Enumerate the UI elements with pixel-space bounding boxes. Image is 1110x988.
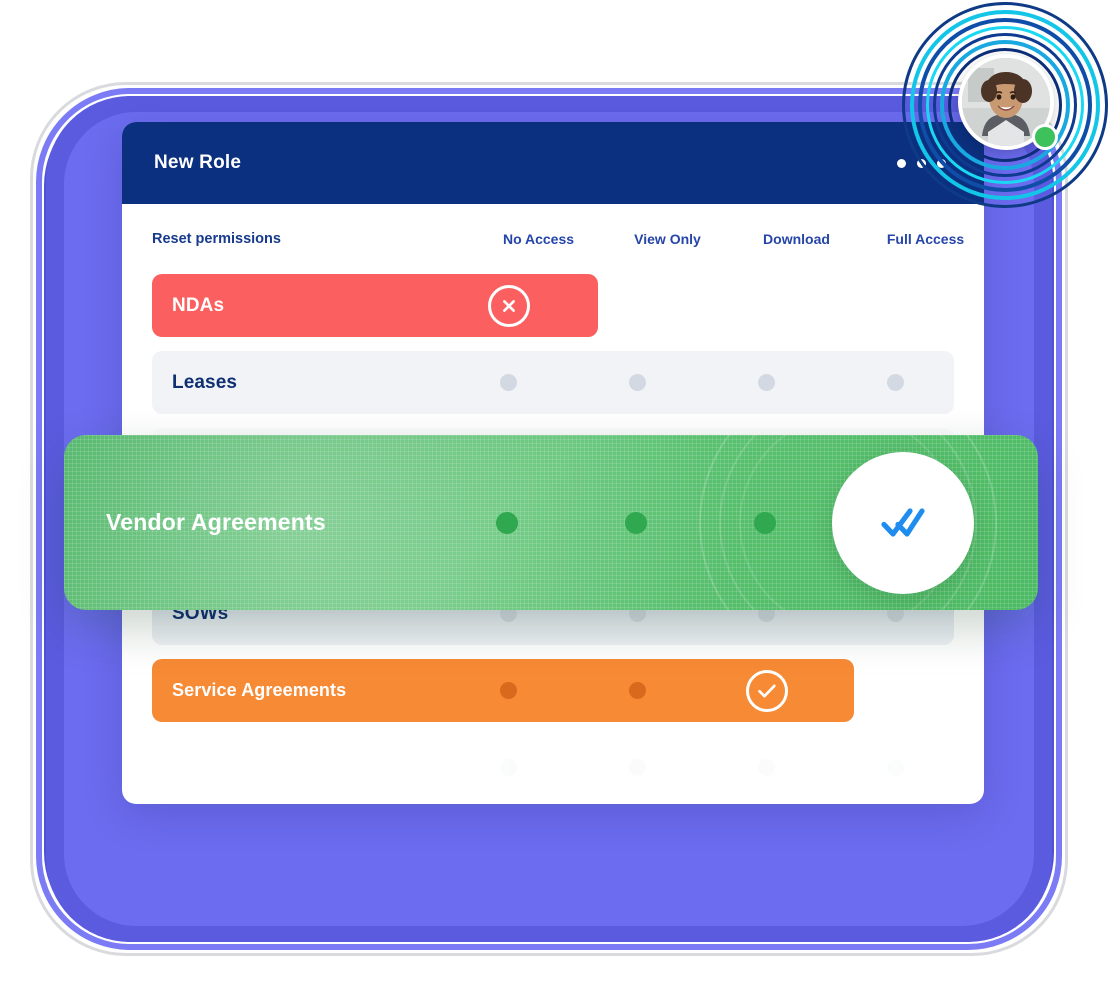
column-header-row: Reset permissions No Access View Only Do… — [122, 204, 984, 274]
column-header-full-access: Full Access — [886, 231, 965, 247]
column-header-view-only: View Only — [634, 231, 701, 247]
cell-partial-4 — [831, 759, 960, 776]
cell-partial-2 — [573, 759, 702, 776]
row-label-service-agreements: Service Agreements — [172, 680, 347, 700]
dot-selected — [753, 511, 776, 534]
row-service-agreements[interactable]: Service Agreements — [152, 659, 854, 722]
card-header: New Role — [122, 122, 984, 204]
cell-service-download[interactable] — [702, 669, 831, 712]
cell-vendor-no-access[interactable] — [442, 511, 571, 534]
dot-unselected — [629, 682, 646, 699]
dot-unselected — [887, 374, 904, 391]
table-row[interactable]: NDAs — [152, 274, 954, 337]
row-label-ndas: NDAs — [172, 294, 225, 316]
cell-leases-no-access[interactable] — [444, 374, 573, 391]
dot-selected — [495, 511, 518, 534]
cell-vendor-download[interactable] — [700, 511, 829, 534]
row-ndas[interactable]: NDAs — [152, 274, 598, 337]
cell-vendor-view-only[interactable] — [571, 511, 700, 534]
column-header-no-access: No Access — [502, 231, 575, 247]
reset-permissions-link[interactable]: Reset permissions — [152, 231, 474, 247]
cell-leases-full-access[interactable] — [831, 374, 960, 391]
circle-x-icon — [487, 284, 530, 327]
dot-unselected — [629, 759, 646, 776]
double-check-icon[interactable] — [832, 451, 974, 594]
circle-check-icon — [745, 669, 788, 712]
page-title: New Role — [154, 152, 242, 173]
status-badge — [1032, 124, 1058, 150]
cell-leases-download[interactable] — [702, 374, 831, 391]
row-leases[interactable]: Leases — [152, 351, 954, 414]
row-label-vendor-agreements: Vendor Agreements — [106, 509, 326, 535]
cell-partial-1 — [444, 759, 573, 776]
row-label-leases: Leases — [172, 371, 238, 393]
dot-unselected — [758, 374, 775, 391]
cell-service-no-access[interactable] — [444, 682, 573, 699]
dot-unselected — [629, 374, 646, 391]
cell-ndas-no-access[interactable] — [444, 284, 573, 327]
screenshot-root: New Role Reset permissions No Access Vie… — [0, 0, 1110, 988]
dot-selected — [624, 511, 647, 534]
dot-unselected — [500, 374, 517, 391]
dot-unselected — [887, 759, 904, 776]
cell-leases-view-only[interactable] — [573, 374, 702, 391]
dot-unselected — [500, 682, 517, 699]
cell-partial-3 — [702, 759, 831, 776]
row-vendor-agreements-highlight[interactable]: Vendor Agreements — [64, 435, 1038, 610]
user-avatar-widget[interactable] — [900, 0, 1110, 210]
dot-unselected — [758, 759, 775, 776]
cell-service-view-only[interactable] — [573, 682, 702, 699]
dot-unselected — [500, 759, 517, 776]
row-partial-cutoff — [152, 736, 954, 799]
column-header-download: Download — [763, 231, 830, 247]
